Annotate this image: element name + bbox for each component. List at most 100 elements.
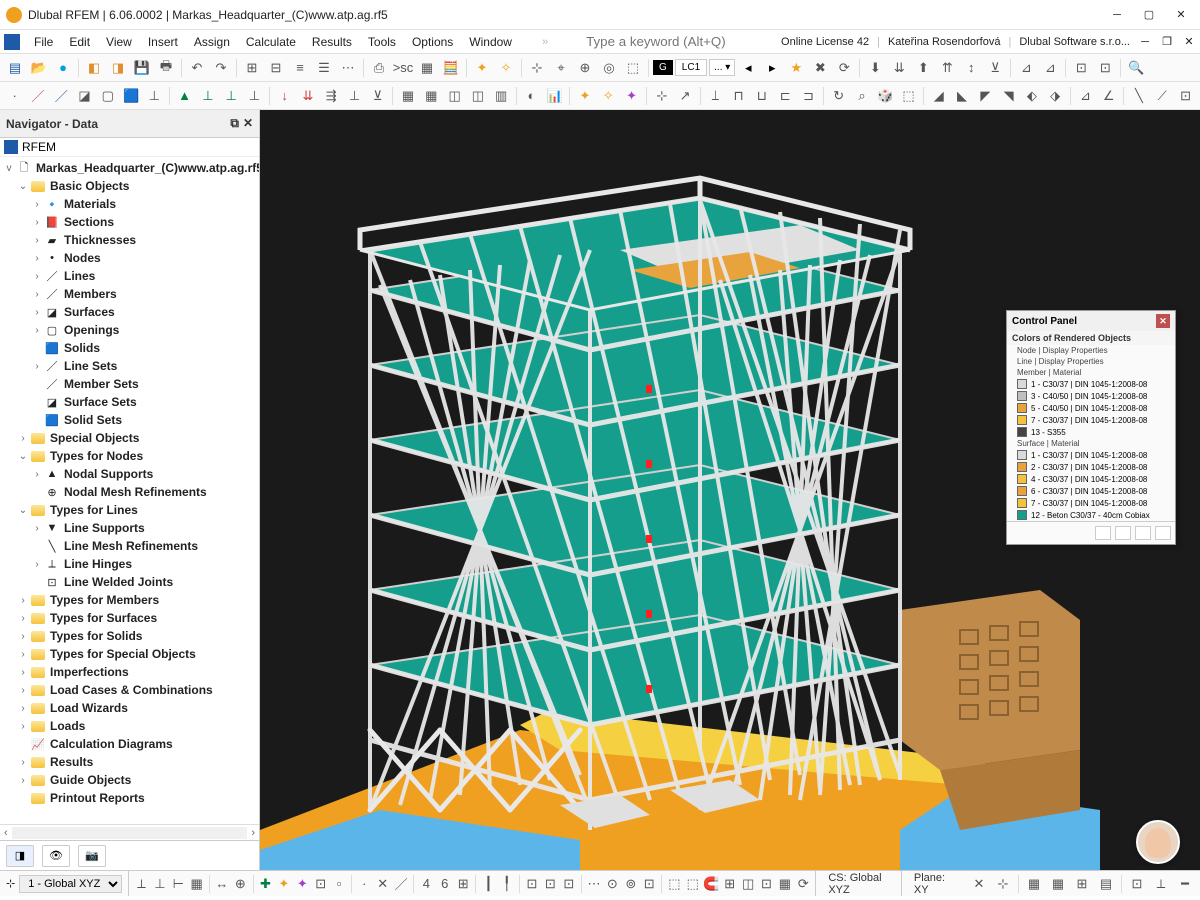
toolbar-button-tb2-51[interactable]: ⬗ bbox=[1045, 85, 1066, 107]
loadcase-more[interactable]: ... ▾ bbox=[709, 59, 735, 76]
toolbar-button-tb1-41[interactable]: ↕ bbox=[960, 57, 982, 79]
toolbar-button-tb3-20[interactable]: ⊞ bbox=[455, 873, 471, 895]
menu-calculate[interactable]: Calculate bbox=[238, 33, 304, 51]
cp-legend-row[interactable]: 7 - C30/37 | DIN 1045-1:2008-08 bbox=[1007, 497, 1175, 509]
toolbar-button-tb1-12[interactable]: ⊞ bbox=[241, 57, 263, 79]
expand-icon[interactable]: › bbox=[16, 703, 30, 714]
toolbar-button-tb3-41[interactable]: ⟳ bbox=[795, 873, 811, 895]
toolbar-button-tb1-45[interactable]: ⊿ bbox=[1039, 57, 1061, 79]
toolbar-button-tb2-41[interactable]: ↻ bbox=[828, 85, 849, 107]
toolbar-button-tb1-50[interactable]: 🔍 bbox=[1125, 57, 1147, 79]
tree-node[interactable]: ／Member Sets bbox=[0, 375, 259, 393]
toolbar-button-tb3-2[interactable]: ⊢ bbox=[170, 873, 186, 895]
toolbar-button-tb2-30[interactable]: ✦ bbox=[621, 85, 642, 107]
toolbar-button-tb4-1[interactable]: ⊹ bbox=[992, 873, 1014, 895]
toolbar-button-tb2-8[interactable]: ▲ bbox=[174, 85, 195, 107]
cp-legend-row[interactable]: 7 - C30/37 | DIN 1045-1:2008-08 bbox=[1007, 414, 1175, 426]
tree-node[interactable]: ›／Line Sets bbox=[0, 357, 259, 375]
cp-legend-row[interactable]: 2 - C30/37 | DIN 1045-1:2008-08 bbox=[1007, 461, 1175, 473]
toolbar-button-tb1-38[interactable]: ⇊ bbox=[888, 57, 910, 79]
loadcase-next-icon[interactable]: ▸ bbox=[761, 57, 783, 79]
tree-node[interactable]: ›Types for Special Objects bbox=[0, 645, 259, 663]
toolbar-button-tb2-10[interactable]: ⊥ bbox=[221, 85, 242, 107]
toolbar-button-tb3-1[interactable]: ⊥ bbox=[152, 873, 168, 895]
expand-icon[interactable]: › bbox=[30, 271, 44, 282]
toolbar-button-tb2-6[interactable]: ⊥ bbox=[144, 85, 165, 107]
toolbar-button-tb2-1[interactable]: ／ bbox=[27, 85, 48, 107]
tree-node[interactable]: Printout Reports bbox=[0, 789, 259, 807]
expand-icon[interactable]: › bbox=[16, 595, 30, 606]
tree-node[interactable]: ⊡Line Welded Joints bbox=[0, 573, 259, 591]
toolbar-button-tb3-11[interactable]: ⊡ bbox=[313, 873, 329, 895]
toolbar-button-tb1-19[interactable]: >sc bbox=[392, 57, 414, 79]
toolbar-button-tb3-8[interactable]: ✚ bbox=[257, 873, 273, 895]
nav-mode-data-button[interactable]: ◨ bbox=[6, 845, 34, 867]
close-panel-icon[interactable]: ✕ bbox=[243, 116, 253, 131]
toolbar-button-tb1-14[interactable]: ≡ bbox=[289, 57, 311, 79]
toolbar-button-tb2-49[interactable]: ◥ bbox=[998, 85, 1019, 107]
menu-insert[interactable]: Insert bbox=[140, 33, 186, 51]
toolbar-button-tb3-25[interactable]: ⊡ bbox=[524, 873, 540, 895]
menu-assign[interactable]: Assign bbox=[186, 33, 238, 51]
tree-node[interactable]: ›Loads bbox=[0, 717, 259, 735]
expand-icon[interactable]: › bbox=[16, 775, 30, 786]
toolbar-button-tb3-29[interactable]: ⋯ bbox=[586, 873, 602, 895]
toolbar-button-tb3-30[interactable]: ⊙ bbox=[604, 873, 620, 895]
expand-icon[interactable]: ⌄ bbox=[16, 451, 30, 462]
menu-edit[interactable]: Edit bbox=[61, 33, 98, 51]
toolbar-button-tb4-4[interactable]: ▦ bbox=[1047, 873, 1069, 895]
expand-icon[interactable]: › bbox=[30, 289, 44, 300]
toolbar-button-tb1-40[interactable]: ⇈ bbox=[936, 57, 958, 79]
toolbar-button-tb3-37[interactable]: ⊞ bbox=[721, 873, 737, 895]
cp-legend-row[interactable]: 12 - Beton C30/37 - 40cm Cobiax bbox=[1007, 509, 1175, 521]
toolbar-button-tb1-30[interactable]: ⬚ bbox=[622, 57, 644, 79]
expand-icon[interactable]: › bbox=[30, 325, 44, 336]
toolbar-button-tb2-32[interactable]: ⊹ bbox=[651, 85, 672, 107]
toolbar-button-tb2-46[interactable]: ◢ bbox=[928, 85, 949, 107]
toolbar-button-tb2-9[interactable]: ⊥ bbox=[197, 85, 218, 107]
tree-node[interactable]: ›▼Line Supports bbox=[0, 519, 259, 537]
toolbar-button-tb2-13[interactable]: ↓ bbox=[274, 85, 295, 107]
toolbar-button-tb1-9[interactable]: ↶ bbox=[186, 57, 208, 79]
loadcase-select[interactable]: LC1 bbox=[675, 59, 707, 76]
tree-node[interactable]: ›／Members bbox=[0, 285, 259, 303]
tree-node[interactable]: ⌄Types for Nodes bbox=[0, 447, 259, 465]
nav-mode-views-button[interactable]: 📷 bbox=[78, 845, 106, 867]
tree-node[interactable]: ›Special Objects bbox=[0, 429, 259, 447]
control-panel-close-icon[interactable]: ✕ bbox=[1156, 314, 1170, 328]
toolbar-button-tb4-10[interactable]: ━ bbox=[1174, 873, 1196, 895]
minimize-button[interactable]: ─ bbox=[1110, 8, 1124, 22]
loadcase-type[interactable]: G bbox=[653, 60, 673, 75]
toolbar-button-tb2-4[interactable]: ▢ bbox=[97, 85, 118, 107]
tree-node[interactable]: ⌄Types for Lines bbox=[0, 501, 259, 519]
toolbar-button-tb3-36[interactable]: 🧲 bbox=[703, 873, 719, 895]
toolbar-button-tb1-27[interactable]: ⌖ bbox=[550, 57, 572, 79]
toolbar-button-tb2-17[interactable]: ⊻ bbox=[367, 85, 388, 107]
toolbar-button-tb1-28[interactable]: ⊕ bbox=[574, 57, 596, 79]
coord-system-select[interactable]: 1 - Global XYZ bbox=[19, 875, 122, 893]
toolbar-button-tb2-23[interactable]: ▥ bbox=[491, 85, 512, 107]
toolbar-button-tb3-35[interactable]: ⬚ bbox=[685, 873, 701, 895]
toolbar-button-tb1-34[interactable]: ✖ bbox=[809, 57, 831, 79]
tree-node[interactable]: ›📕Sections bbox=[0, 213, 259, 231]
toolbar-button-tb2-28[interactable]: ✦ bbox=[574, 85, 595, 107]
toolbar-button-tb3-14[interactable]: · bbox=[356, 873, 372, 895]
toolbar-button-tb2-44[interactable]: ⬚ bbox=[898, 85, 919, 107]
mdi-close-icon[interactable]: ✕ bbox=[1182, 35, 1196, 49]
menu-options[interactable]: Options bbox=[404, 33, 461, 51]
expand-icon[interactable]: › bbox=[16, 649, 30, 660]
toolbar-button-tb1-5[interactable]: ◨ bbox=[107, 57, 129, 79]
expand-icon[interactable]: › bbox=[30, 523, 44, 534]
cp-button-4[interactable] bbox=[1155, 526, 1171, 540]
assistant-avatar[interactable] bbox=[1136, 820, 1180, 864]
toolbar-button-tb3-16[interactable]: ／ bbox=[393, 873, 409, 895]
toolbar-button-tb2-26[interactable]: 📊 bbox=[544, 85, 565, 107]
toolbar-button-tb3-9[interactable]: ✦ bbox=[276, 873, 292, 895]
tree-node[interactable]: 🟦Solids bbox=[0, 339, 259, 357]
toolbar-button-tb2-50[interactable]: ⬖ bbox=[1021, 85, 1042, 107]
expand-icon[interactable]: ⌄ bbox=[16, 181, 30, 192]
tree-node[interactable]: ◪Surface Sets bbox=[0, 393, 259, 411]
toolbar-button-tb1-18[interactable]: ⎙ bbox=[368, 57, 390, 79]
toolbar-button-tb3-27[interactable]: ⊡ bbox=[561, 873, 577, 895]
tree-node[interactable]: ›Types for Surfaces bbox=[0, 609, 259, 627]
